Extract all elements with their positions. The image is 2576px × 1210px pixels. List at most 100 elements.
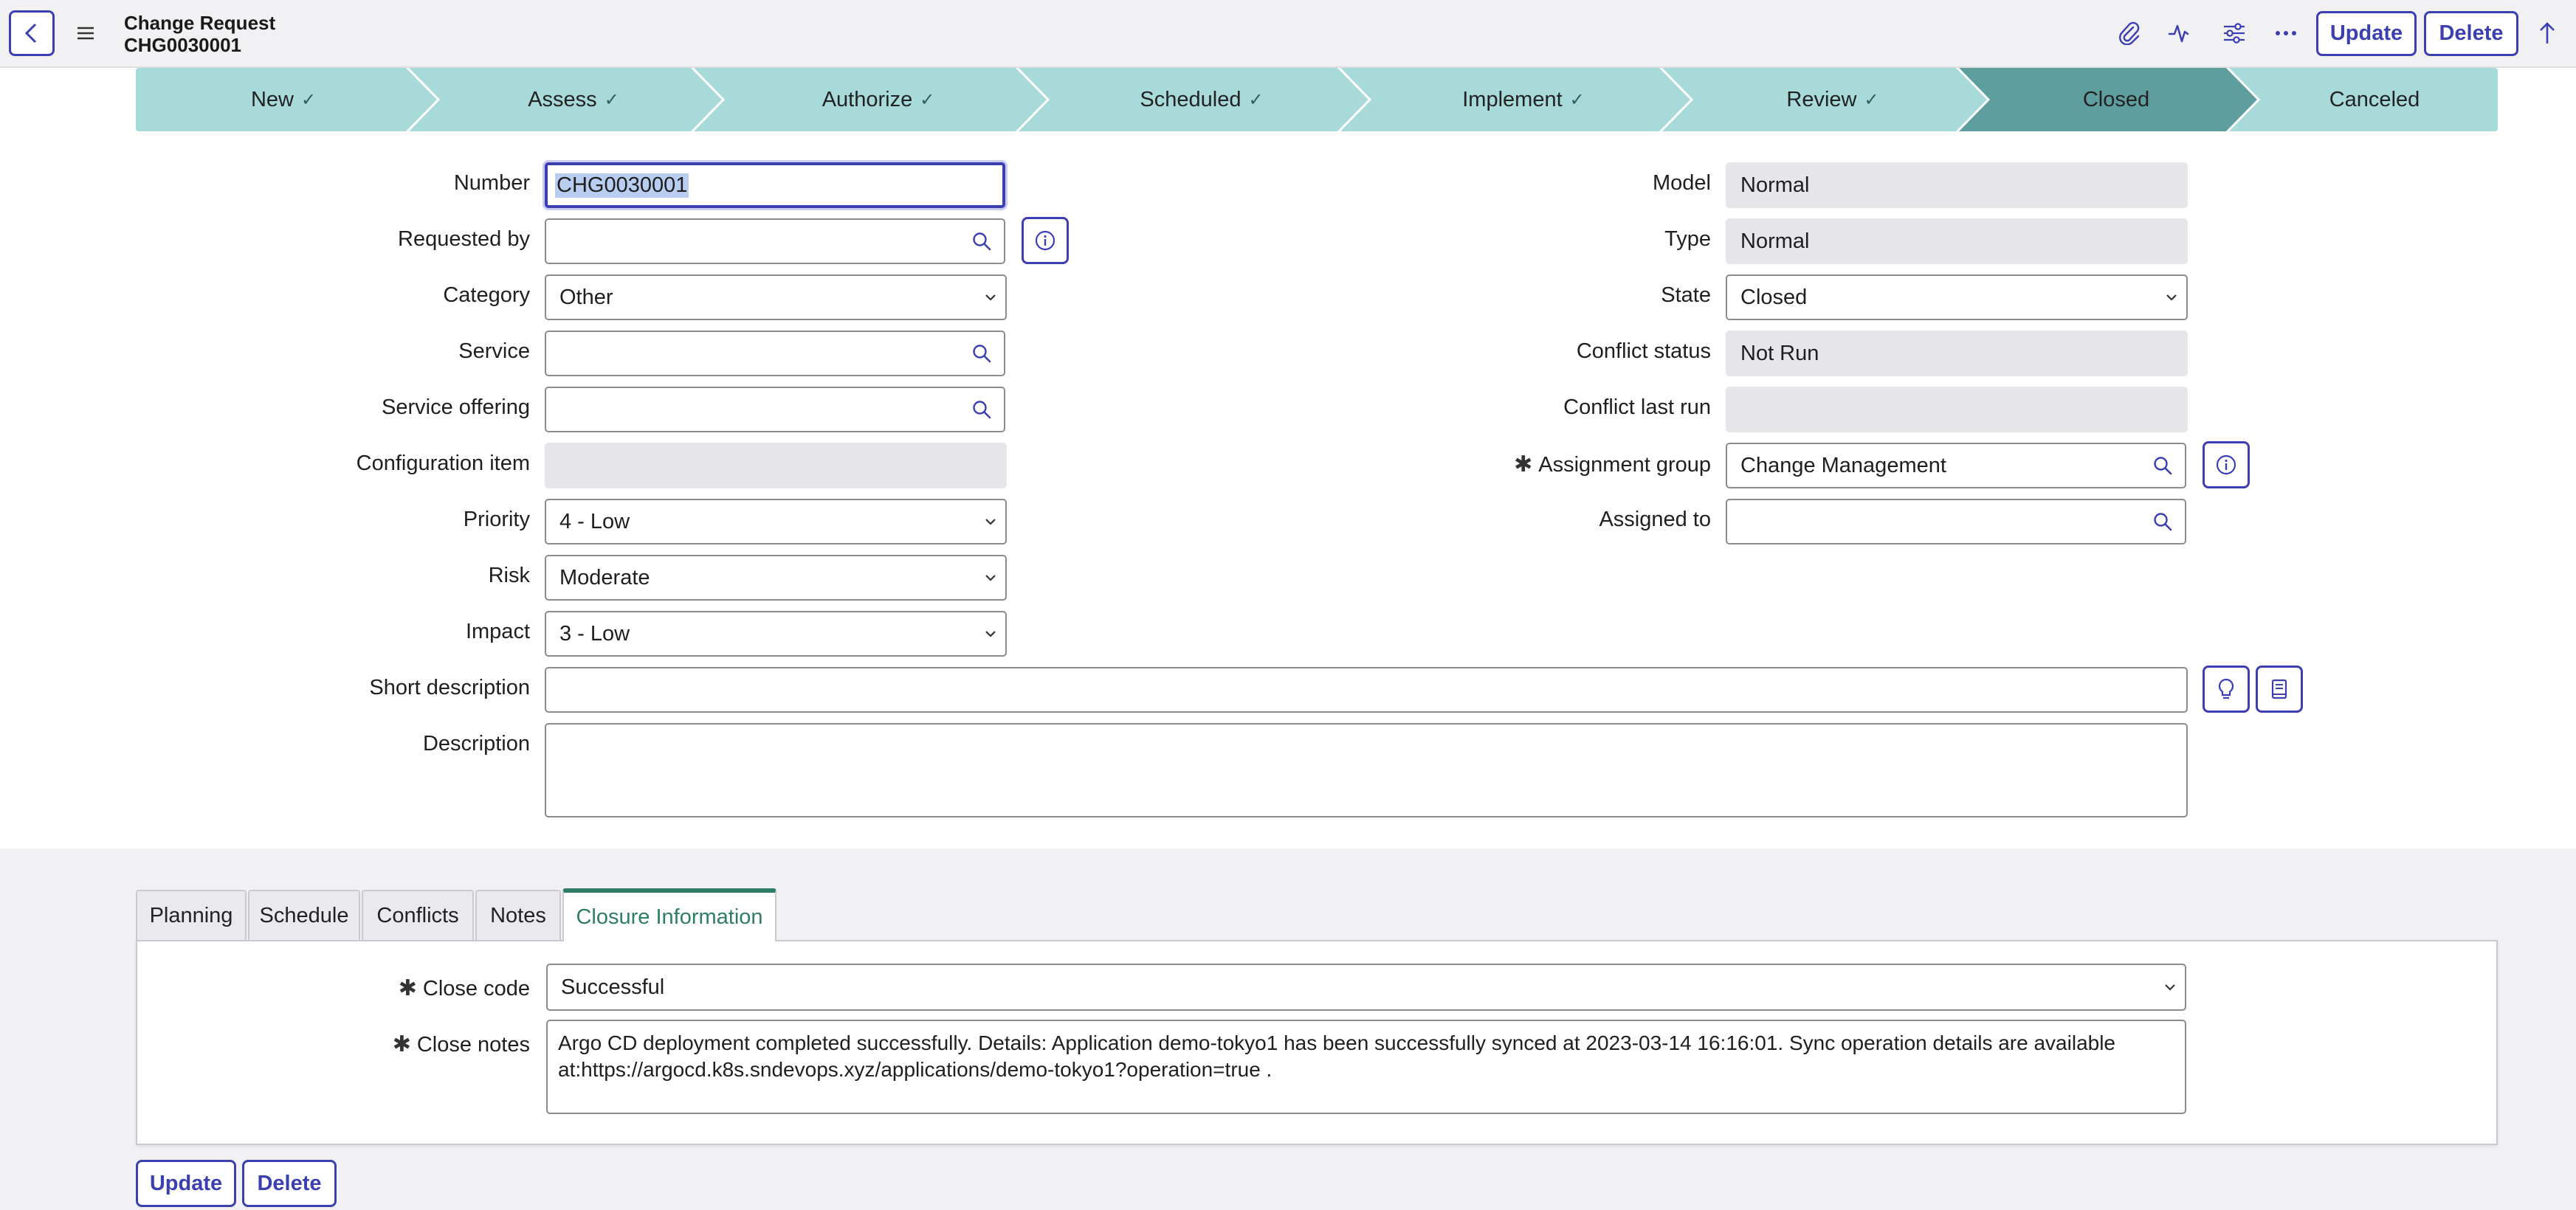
hamburger-icon (78, 27, 94, 40)
category-value: Other (559, 285, 613, 309)
service-offering-label: Service offering (382, 395, 530, 419)
requested-by-label: Requested by (398, 227, 530, 251)
delete-button[interactable]: Delete (2424, 11, 2518, 56)
model-label: Model (1653, 171, 1711, 195)
assignment-group-label: ✱ Assignment group (1514, 452, 1711, 477)
stage-label: New (250, 87, 294, 111)
search-icon (2154, 513, 2172, 531)
conflict-last-run-field (1726, 387, 2188, 432)
search-icon (973, 401, 991, 419)
lightbulb-icon (2218, 678, 2234, 699)
stage-closed: Closed (1981, 68, 2251, 131)
scroll-top-button[interactable] (2530, 16, 2564, 50)
type-label: Type (1664, 227, 1711, 251)
arrow-up-icon (2540, 22, 2555, 44)
state-label: State (1661, 283, 1711, 307)
chevron-left-icon (24, 23, 37, 44)
book-icon (2271, 679, 2287, 699)
risk-select[interactable]: Moderate (545, 555, 1007, 601)
stage-scheduled: Scheduled ✓ (1041, 68, 1363, 131)
more-options-button[interactable] (2269, 16, 2303, 50)
stage-canceled: Canceled (2251, 68, 2498, 131)
back-button[interactable] (9, 10, 55, 56)
checkmark-icon: ✓ (920, 89, 935, 110)
record-title: Change Request CHG0030001 (124, 12, 275, 56)
type-field: Normal (1726, 218, 2188, 264)
tab-notes[interactable]: Notes (475, 890, 561, 940)
suggestion-button[interactable] (2203, 666, 2250, 713)
footer-update-button[interactable]: Update (136, 1160, 236, 1207)
checkmark-icon: ✓ (1569, 89, 1585, 110)
assigned-to-lookup-button[interactable] (2141, 499, 2186, 544)
impact-select[interactable]: 3 - Low (545, 611, 1007, 657)
pulse-icon (2168, 24, 2189, 43)
context-menu-button[interactable] (71, 15, 100, 52)
search-icon (973, 345, 991, 363)
stage-label: Assess (528, 87, 597, 111)
close-code-value: Successful (561, 975, 665, 999)
info-icon (2216, 454, 2236, 475)
stage-label: Review (1786, 87, 1857, 111)
assignment-group-lookup-button[interactable] (2141, 443, 2186, 488)
paperclip-icon (2119, 21, 2140, 45)
assignment-group-label-text: Assignment group (1538, 453, 1711, 477)
service-offering-lookup-button[interactable] (960, 387, 1005, 432)
personalize-form-button[interactable] (2217, 16, 2251, 50)
checkmark-icon: ✓ (1864, 89, 1879, 110)
stage-label: Implement (1462, 87, 1563, 111)
stage-new: New ✓ (136, 68, 431, 131)
priority-label: Priority (463, 508, 530, 531)
footer-delete-button[interactable]: Delete (242, 1160, 337, 1207)
chevron-down-icon (976, 574, 1005, 581)
category-select[interactable]: Other (545, 274, 1007, 320)
requested-by-field[interactable] (545, 218, 961, 264)
tab-schedule[interactable]: Schedule (248, 890, 360, 940)
service-offering-field[interactable] (545, 387, 961, 432)
update-button[interactable]: Update (2316, 11, 2417, 56)
category-label: Category (443, 283, 530, 307)
priority-value: 4 - Low (559, 509, 630, 533)
description-field[interactable] (545, 723, 2188, 817)
record-number: CHG0030001 (124, 34, 241, 56)
service-lookup-button[interactable] (960, 331, 1005, 376)
requested-by-info-button[interactable] (1022, 217, 1069, 264)
close-code-select[interactable]: Successful (546, 964, 2186, 1011)
checkmark-icon: ✓ (604, 89, 619, 110)
checkmark-icon: ✓ (1248, 89, 1264, 110)
chevron-down-icon (976, 630, 1005, 637)
service-field[interactable] (545, 331, 961, 376)
tab-closure-information[interactable]: Closure Information (562, 888, 776, 941)
close-notes-field[interactable]: Argo CD deployment completed successfull… (546, 1020, 2186, 1114)
conflict-last-run-label: Conflict last run (1563, 395, 1711, 419)
service-label: Service (458, 339, 530, 363)
assigned-to-label: Assigned to (1599, 508, 1711, 531)
stage-label: Authorize (822, 87, 913, 111)
search-icon (973, 232, 991, 251)
number-field[interactable]: CHG0030001 (545, 162, 1005, 208)
requested-by-lookup-button[interactable] (960, 218, 1005, 264)
activity-stream-button[interactable] (2163, 16, 2197, 50)
template-button[interactable] (2256, 666, 2303, 713)
attachment-button[interactable] (2112, 16, 2146, 50)
info-icon (1035, 230, 1055, 251)
close-notes-label: ✱ Close notes (393, 1031, 530, 1057)
impact-label: Impact (465, 620, 530, 643)
conflict-status-label: Conflict status (1576, 339, 1711, 363)
process-flow: New ✓ Assess ✓ Authorize ✓ Scheduled ✓ Imple… (136, 68, 2498, 131)
stage-assess: Assess ✓ (431, 68, 716, 131)
short-description-field[interactable] (545, 667, 2188, 713)
state-select[interactable]: Closed (1726, 274, 2188, 320)
assignment-group-info-button[interactable] (2203, 441, 2250, 488)
search-icon (2154, 457, 2172, 475)
short-description-label: Short description (369, 676, 530, 699)
chevron-down-icon (2155, 983, 2185, 991)
tab-planning[interactable]: Planning (136, 890, 247, 940)
priority-select[interactable]: 4 - Low (545, 499, 1007, 544)
stage-implement: Implement ✓ (1363, 68, 1684, 131)
assigned-to-field[interactable] (1726, 499, 2142, 544)
impact-value: 3 - Low (559, 621, 630, 646)
assignment-group-field[interactable]: Change Management (1726, 443, 2142, 488)
risk-label: Risk (488, 564, 530, 587)
close-code-label: ✱ Close code (399, 975, 530, 1001)
tab-conflicts[interactable]: Conflicts (362, 890, 474, 940)
